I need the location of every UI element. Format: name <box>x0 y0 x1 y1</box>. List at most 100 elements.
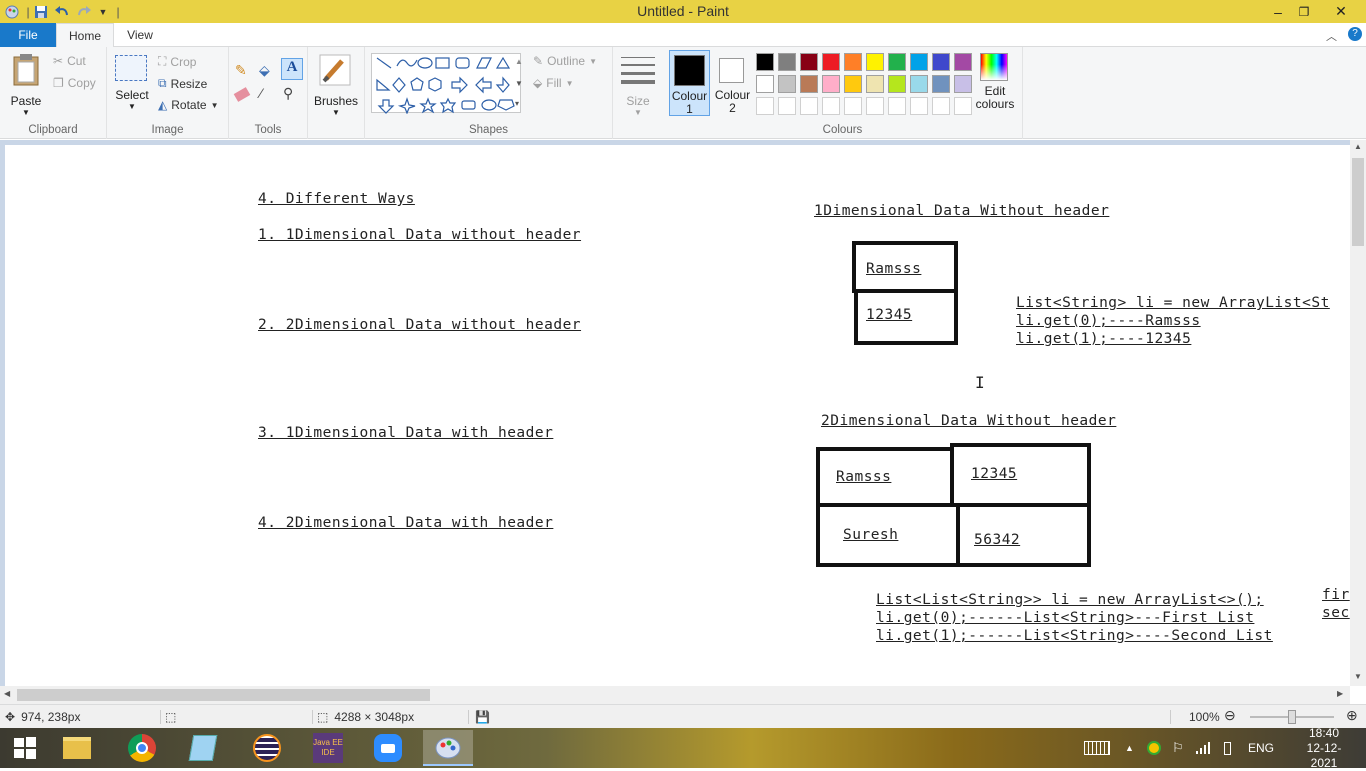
custom-colour-slot[interactable] <box>866 97 884 115</box>
fill-button[interactable]: ⬙ Fill ▼ <box>533 76 573 90</box>
custom-colour-slot[interactable] <box>844 97 862 115</box>
language-indicator[interactable]: ENG <box>1248 728 1274 768</box>
outline-button[interactable]: ✎ Outline ▼ <box>533 54 597 68</box>
horizontal-scrollbar[interactable]: ◀ ▶ <box>0 686 1350 704</box>
scroll-left-icon[interactable]: ◀ <box>4 689 10 698</box>
custom-colour-slot[interactable] <box>822 97 840 115</box>
tab-home[interactable]: Home <box>56 23 114 48</box>
colour1-button[interactable]: Colour 1 <box>669 50 710 116</box>
vertical-scroll-thumb[interactable] <box>1352 158 1364 246</box>
palette-swatch[interactable] <box>778 75 796 93</box>
tab-file[interactable]: File <box>0 23 56 47</box>
file-size: 💾 <box>468 710 490 724</box>
palette-swatch[interactable] <box>800 53 818 71</box>
palette-swatch[interactable] <box>932 53 950 71</box>
palette-swatch[interactable] <box>866 53 884 71</box>
taskbar-notepad[interactable] <box>178 730 228 766</box>
tray-app-icon[interactable] <box>1147 728 1161 768</box>
size-button[interactable]: Size ▼ <box>621 55 655 125</box>
shapes-gallery[interactable] <box>371 53 521 115</box>
custom-colour-slot[interactable] <box>800 97 818 115</box>
custom-colour-slot[interactable] <box>932 97 950 115</box>
palette-swatch[interactable] <box>800 75 818 93</box>
palette-swatch[interactable] <box>910 75 928 93</box>
zoom-slider-thumb[interactable] <box>1288 710 1296 724</box>
palette-swatch[interactable] <box>844 53 862 71</box>
colour2-button[interactable]: Colour 2 <box>712 50 753 116</box>
shapes-scroll-down-icon[interactable]: ▼ <box>515 79 523 88</box>
notepad-icon <box>188 735 218 761</box>
eraser-icon[interactable] <box>233 87 251 102</box>
custom-colour-slot[interactable] <box>778 97 796 115</box>
taskbar-paint[interactable] <box>423 730 473 766</box>
close-button[interactable]: ✕ <box>1321 0 1361 23</box>
folder-icon <box>63 737 91 759</box>
palette-swatch[interactable] <box>888 75 906 93</box>
paste-button[interactable]: Paste ▼ <box>9 53 43 117</box>
palette-swatch[interactable] <box>822 53 840 71</box>
custom-colour-slot[interactable] <box>910 97 928 115</box>
custom-colour-slot[interactable] <box>756 97 774 115</box>
show-hidden-icons-icon[interactable]: ▲ <box>1125 728 1134 768</box>
edit-colours-button[interactable]: Edit colours <box>975 53 1015 119</box>
clock[interactable]: 18:40 12-12-2021 <box>1294 726 1354 770</box>
fill-bucket-icon[interactable]: ⬙ <box>259 62 270 79</box>
palette-swatch[interactable] <box>756 53 774 71</box>
horizontal-scroll-thumb[interactable] <box>17 689 430 701</box>
scroll-up-icon[interactable]: ▲ <box>1354 142 1362 151</box>
touch-keyboard-icon[interactable] <box>1084 728 1110 768</box>
help-icon[interactable]: ? <box>1348 27 1362 41</box>
image-size-icon: ⬚ <box>317 710 329 724</box>
start-button[interactable] <box>0 730 50 766</box>
shapes-more-icon[interactable]: ▾ <box>515 99 519 108</box>
taskbar-eclipse[interactable] <box>242 730 292 766</box>
signal-icon[interactable] <box>1196 728 1210 768</box>
taskbar-zoom[interactable] <box>363 730 413 766</box>
tab-view[interactable]: View <box>114 23 166 47</box>
collapse-ribbon-icon[interactable]: ︿ <box>1326 28 1337 44</box>
vertical-scrollbar[interactable]: ▲ ▼ <box>1350 140 1366 686</box>
color-picker-icon[interactable]: ⁄ <box>260 85 262 101</box>
maximize-button[interactable]: ❐ <box>1289 0 1319 23</box>
cut-button[interactable]: ✂ Cut <box>53 54 86 68</box>
palette-swatch[interactable] <box>866 75 884 93</box>
text-cursor-icon: I <box>975 373 985 392</box>
pencil-icon[interactable]: ✎ <box>235 62 247 79</box>
taskbar-file-explorer[interactable] <box>52 730 102 766</box>
palette-swatch[interactable] <box>778 53 796 71</box>
network-icon[interactable]: ⚐ <box>1172 728 1184 768</box>
crop-button[interactable]: ⛶ Crop <box>158 54 196 69</box>
custom-colour-slot[interactable] <box>954 97 972 115</box>
text-tool-icon[interactable]: A <box>281 58 303 80</box>
resize-button[interactable]: ⧉ Resize <box>158 76 207 91</box>
palette-swatch[interactable] <box>954 53 972 71</box>
canvas-area[interactable]: 4. Different Ways 1. 1Dimensional Data w… <box>0 140 1350 686</box>
palette-swatch[interactable] <box>844 75 862 93</box>
battery-icon[interactable] <box>1224 728 1231 768</box>
palette-swatch[interactable] <box>910 53 928 71</box>
select-icon <box>115 55 147 81</box>
taskbar-chrome[interactable] <box>117 730 167 766</box>
brushes-button[interactable]: Brushes ▼ <box>314 53 358 123</box>
zoom-in-button[interactable]: ⊕ <box>1346 707 1358 724</box>
magnifier-icon[interactable]: ⚲ <box>283 85 293 102</box>
scroll-right-icon[interactable]: ▶ <box>1337 689 1343 698</box>
shapes-scroll-up-icon[interactable]: ▲ <box>515 57 523 66</box>
drawing-canvas[interactable]: 4. Different Ways 1. 1Dimensional Data w… <box>5 145 1350 686</box>
palette-swatch[interactable] <box>954 75 972 93</box>
palette-swatch[interactable] <box>932 75 950 93</box>
custom-colour-slot[interactable] <box>888 97 906 115</box>
palette-swatch[interactable] <box>822 75 840 93</box>
scroll-down-icon[interactable]: ▼ <box>1354 672 1362 681</box>
palette-swatch[interactable] <box>756 75 774 93</box>
java-ee-ide-icon: Java EE IDE <box>313 733 343 763</box>
zoom-out-button[interactable]: ⊖ <box>1224 707 1236 724</box>
select-button[interactable]: Select ▼ <box>115 55 149 115</box>
taskbar-eclipse-java-ee[interactable]: Java EE IDE <box>303 730 353 766</box>
ribbon: Paste ▼ ✂ Cut ❐ Copy Clipboard Select ▼ ⛶ C… <box>0 47 1366 139</box>
two-d-cell-3: Suresh <box>843 527 899 543</box>
rotate-button[interactable]: ◭ Rotate ▼ <box>158 98 219 112</box>
copy-button[interactable]: ❐ Copy <box>53 76 96 90</box>
palette-swatch[interactable] <box>888 53 906 71</box>
two-d-title: 2Dimensional Data Without header <box>821 413 1117 429</box>
